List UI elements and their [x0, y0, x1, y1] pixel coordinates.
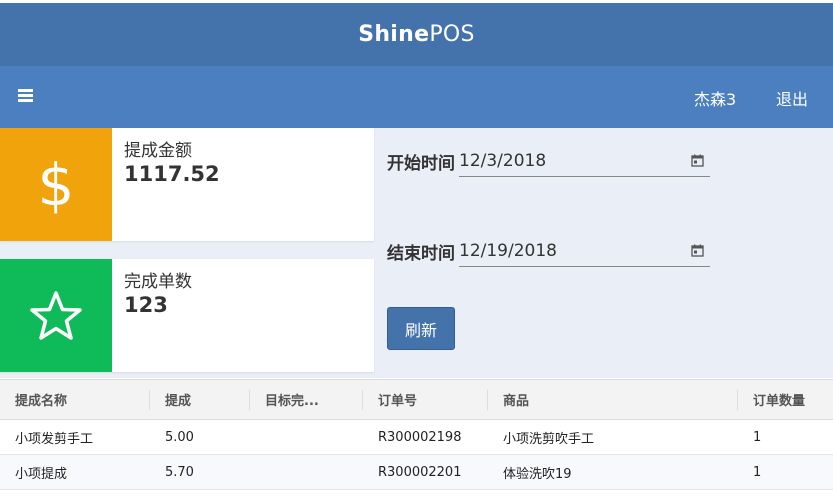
dollar-icon: $ — [37, 150, 75, 219]
cell-order-number: R300002198 — [363, 419, 488, 455]
calendar-icon[interactable] — [691, 154, 704, 167]
cell-order-number: R300002201 — [363, 454, 488, 490]
stat-value-orders: 123 — [124, 293, 168, 317]
stat-icon-box-commission: $ — [0, 128, 112, 241]
cell-commission: 5.70 — [150, 454, 250, 490]
user-name: 杰森3 — [694, 90, 737, 109]
stat-card-commission: $ 提成金额 1117.52 — [0, 128, 374, 241]
end-date-value: 12/19/2018 — [459, 240, 557, 261]
stat-value-commission: 1117.52 — [124, 162, 220, 186]
table-row[interactable]: 小项提成 5.70 R300002201 体验洗吹19 1 — [0, 454, 833, 490]
start-date-value: 12/3/2018 — [459, 150, 547, 171]
calendar-icon[interactable] — [691, 244, 704, 257]
cell-target — [250, 454, 363, 490]
column-header-commission-name[interactable]: 提成名称 — [0, 379, 150, 420]
column-header-commission[interactable]: 提成 — [150, 379, 250, 420]
table-header-row: 提成名称 提成 目标完... 订单号 商品 订单数量 — [0, 379, 833, 420]
cell-order-quantity: 1 — [738, 454, 833, 490]
start-date-row: 开始时间 12/3/2018 — [387, 145, 717, 179]
cell-product: 小项洗剪吹手工 — [488, 419, 738, 455]
cell-product: 体验洗吹19 — [488, 454, 738, 490]
end-date-row: 结束时间 12/19/2018 — [387, 235, 717, 269]
cell-commission-name: 小项提成 — [0, 454, 150, 490]
table-row[interactable]: 小项发剪手工 5.00 R300002198 小项洗剪吹手工 1 — [0, 419, 833, 455]
brand-name-bold: Shine — [358, 22, 430, 47]
stat-icon-box-orders — [0, 259, 112, 372]
cell-commission: 5.00 — [150, 419, 250, 455]
logout-link[interactable]: 退出 — [776, 86, 808, 110]
stat-card-orders: 完成单数 123 — [0, 259, 374, 372]
star-icon — [30, 290, 82, 340]
column-header-target[interactable]: 目标完... — [250, 379, 363, 420]
toolbar: 杰森3 退出 — [0, 66, 833, 128]
hamburger-menu-icon[interactable] — [18, 89, 33, 103]
commission-table: 提成名称 提成 目标完... 订单号 商品 订单数量 小项发剪手工 5.00 R… — [0, 379, 833, 490]
cell-target — [250, 419, 363, 455]
cell-order-quantity: 1 — [738, 419, 833, 455]
column-header-product[interactable]: 商品 — [488, 379, 738, 420]
stat-label-commission: 提成金额 — [124, 141, 192, 161]
start-date-input[interactable]: 12/3/2018 — [459, 145, 710, 177]
column-header-order-quantity[interactable]: 订单数量 — [738, 379, 833, 420]
stat-label-orders: 完成单数 — [124, 272, 192, 292]
end-date-input[interactable]: 12/19/2018 — [459, 235, 710, 267]
cell-commission-name: 小项发剪手工 — [0, 419, 150, 455]
start-date-label: 开始时间 — [387, 154, 455, 174]
refresh-button[interactable]: 刷新 — [387, 307, 455, 350]
column-header-order-number[interactable]: 订单号 — [363, 379, 488, 420]
end-date-label: 结束时间 — [387, 244, 455, 264]
brand-name-light: POS — [429, 22, 475, 47]
app-header: Shine POS — [0, 3, 833, 66]
